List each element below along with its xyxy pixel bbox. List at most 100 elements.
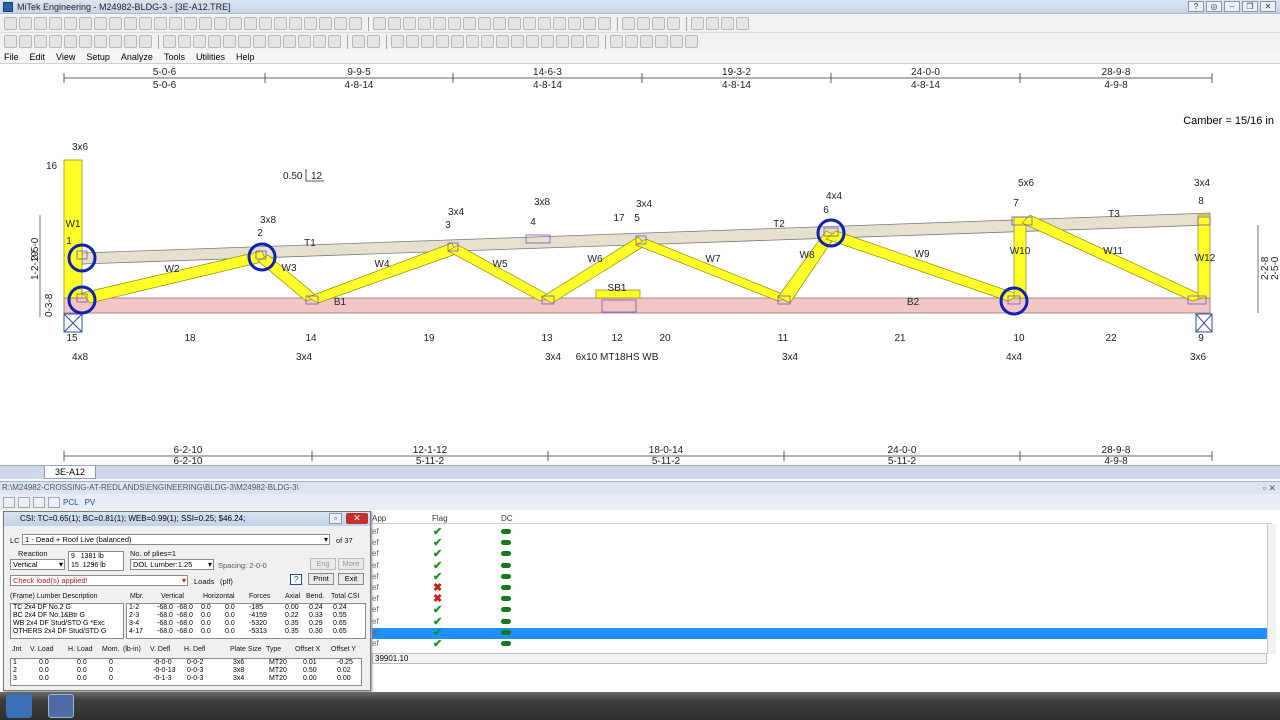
toolbar-tool-icon[interactable]	[391, 35, 404, 48]
toolbar-tool-icon[interactable]	[124, 35, 137, 48]
sort-icon[interactable]	[18, 496, 30, 508]
member-row[interactable]: 1-2 -68.0 -68.0 0.0 0.0 -185 0.00 0.24 0.24	[127, 604, 365, 612]
joint-row[interactable]: 1 0.0 0.0 0 -0-0-0 0-0-2 3x6 MT20 0.01 -0.25	[11, 659, 361, 667]
web-w9[interactable]	[825, 230, 1021, 302]
help-button[interactable]: ?	[290, 574, 302, 585]
toolbar-tool-icon[interactable]	[367, 35, 380, 48]
toolbar-tool-icon[interactable]	[421, 35, 434, 48]
help-icon[interactable]: ?	[1188, 1, 1204, 12]
toolbar-tool-icon[interactable]	[109, 17, 122, 30]
toolbar-tool-icon[interactable]	[139, 17, 152, 30]
toolbar-tool-icon[interactable]	[244, 17, 257, 30]
toolbar-tool-icon[interactable]	[670, 35, 683, 48]
start-icon[interactable]	[6, 694, 32, 718]
toolbar-tool-icon[interactable]	[223, 35, 236, 48]
toolbar-tool-icon[interactable]	[451, 35, 464, 48]
toolbar-tool-icon[interactable]	[706, 17, 719, 30]
toolbar-tool-icon[interactable]	[571, 35, 584, 48]
grid-icon[interactable]	[3, 496, 15, 508]
web-w7[interactable]	[635, 238, 792, 302]
toolbar-tool-icon[interactable]	[178, 35, 191, 48]
toolbar-tool-icon[interactable]	[691, 17, 704, 30]
toolbar-tool-icon[interactable]	[481, 35, 494, 48]
menu-help[interactable]: Help	[236, 52, 255, 62]
truss-drawing-canvas[interactable]: 5-0-6 5-0-6 9-9-5 4-8-14 14-6-3 4-8-14 19-3-2 4…	[0, 65, 1280, 465]
web-w5[interactable]	[447, 244, 553, 302]
mitek-app-icon[interactable]	[48, 694, 74, 718]
toolbar-tool-icon[interactable]	[274, 17, 287, 30]
grid-scrollbar[interactable]	[1267, 524, 1276, 654]
loads-select[interactable]: Check load(s) applied!	[10, 575, 188, 586]
pv-button[interactable]: PV	[85, 498, 96, 507]
toolbar-tool-icon[interactable]	[79, 35, 92, 48]
dialog-restore-button[interactable]: ▫	[329, 513, 342, 524]
toolbar-tool-icon[interactable]	[493, 17, 506, 30]
toolbar-tool-icon[interactable]	[610, 35, 623, 48]
toolbar-tool-icon[interactable]	[541, 35, 554, 48]
menu-edit[interactable]: Edit	[30, 52, 46, 62]
table-row[interactable]: ef ✔	[372, 571, 1267, 583]
toolbar-tool-icon[interactable]	[304, 17, 317, 30]
lumber-row[interactable]: TC 2x4 DF No.2 G	[11, 604, 123, 612]
table-row[interactable]: ef ✔	[372, 548, 1267, 560]
toolbar-tool-icon[interactable]	[49, 35, 62, 48]
toolbar-tool-icon[interactable]	[511, 35, 524, 48]
table-row[interactable]: ef ✔	[372, 616, 1267, 628]
toolbar-tool-icon[interactable]	[436, 35, 449, 48]
lumber-row[interactable]: BC 2x4 DF No.1&Btr G	[11, 612, 123, 620]
toolbar-tool-icon[interactable]	[508, 17, 521, 30]
col-flag[interactable]: Flag	[432, 514, 448, 523]
dialog-close-button[interactable]: ✕	[346, 513, 368, 524]
table-row[interactable]: ef ✔	[372, 604, 1267, 616]
pcl-button[interactable]: PCL	[63, 498, 79, 507]
toolbar-tool-icon[interactable]	[373, 17, 386, 30]
toolbar-tool-icon[interactable]	[268, 35, 281, 48]
close-button[interactable]: ✕	[1260, 1, 1276, 12]
toolbar-tool-icon[interactable]	[238, 35, 251, 48]
joint-row[interactable]: 2 0.0 0.0 0 -0-0-13 0-0-3 3x8 MT20 0.50 0.02	[11, 667, 361, 675]
sheet-tab-3e-a12[interactable]: 3E-A12	[44, 466, 97, 479]
toolbar-tool-icon[interactable]	[19, 17, 32, 30]
print-button[interactable]: Print	[308, 573, 334, 585]
toolbar-tool-icon[interactable]	[553, 17, 566, 30]
toolbar-tool-icon[interactable]	[4, 17, 17, 30]
toolbar-tool-icon[interactable]	[283, 35, 296, 48]
toolbar-tool-icon[interactable]	[625, 35, 638, 48]
toolbar-tool-icon[interactable]	[259, 17, 272, 30]
toolbar-tool-icon[interactable]	[124, 17, 137, 30]
web-w8[interactable]	[777, 230, 837, 304]
menu-utilities[interactable]: Utilities	[196, 52, 225, 62]
toolbar-tool-icon[interactable]	[214, 17, 227, 30]
toolbar-tool-icon[interactable]	[418, 17, 431, 30]
member-row[interactable]: 3-4 -68.0 -68.0 0.0 0.0 -5320 0.35 0.29 0.65	[127, 620, 365, 628]
toolbar-tool-icon[interactable]	[109, 35, 122, 48]
lumber-row[interactable]: WB 2x4 DF Stud/STD G *Exc	[11, 620, 123, 628]
toolbar-tool-icon[interactable]	[34, 35, 47, 48]
menu-setup[interactable]: Setup	[86, 52, 110, 62]
toolbar-tool-icon[interactable]	[598, 17, 611, 30]
toolbar-tool-icon[interactable]	[163, 35, 176, 48]
toolbar-tool-icon[interactable]	[568, 17, 581, 30]
toolbar-tool-icon[interactable]	[586, 35, 599, 48]
toolbar-tool-icon[interactable]	[64, 35, 77, 48]
filter-icon[interactable]	[33, 496, 45, 508]
toolbar-tool-icon[interactable]	[334, 17, 347, 30]
eng-button[interactable]: Eng	[310, 558, 336, 570]
member-row[interactable]: 2-3 -68.0 -68.0 0.0 0.0 -4159 0.22 0.33 0.55	[127, 612, 365, 620]
toolbar-tool-icon[interactable]	[466, 35, 479, 48]
dialog-title-bar[interactable]: CSI: TC=0.65(1); BC=0.81(1); WEB=0.99(1)…	[4, 512, 370, 526]
toolbar-tool-icon[interactable]	[448, 17, 461, 30]
web-w10[interactable]	[1013, 216, 1027, 299]
toolbar-tool-icon[interactable]	[736, 17, 749, 30]
toolbar-tool-icon[interactable]	[526, 35, 539, 48]
toolbar-tool-icon[interactable]	[433, 17, 446, 30]
toolbar-tool-icon[interactable]	[637, 17, 650, 30]
toolbar-tool-icon[interactable]	[655, 35, 668, 48]
toolbar-tool-icon[interactable]	[652, 17, 665, 30]
toolbar-tool-icon[interactable]	[403, 17, 416, 30]
toolbar-tool-icon[interactable]	[463, 17, 476, 30]
dol-select[interactable]: DOL Lumber:1.25	[130, 559, 214, 570]
member-forces-list[interactable]: 1-2 -68.0 -68.0 0.0 0.0 -185 0.00 0.24 0.24 2-3 -6…	[126, 603, 366, 639]
table-row[interactable]: ef ✖	[372, 593, 1267, 605]
toolbar-tool-icon[interactable]	[685, 35, 698, 48]
